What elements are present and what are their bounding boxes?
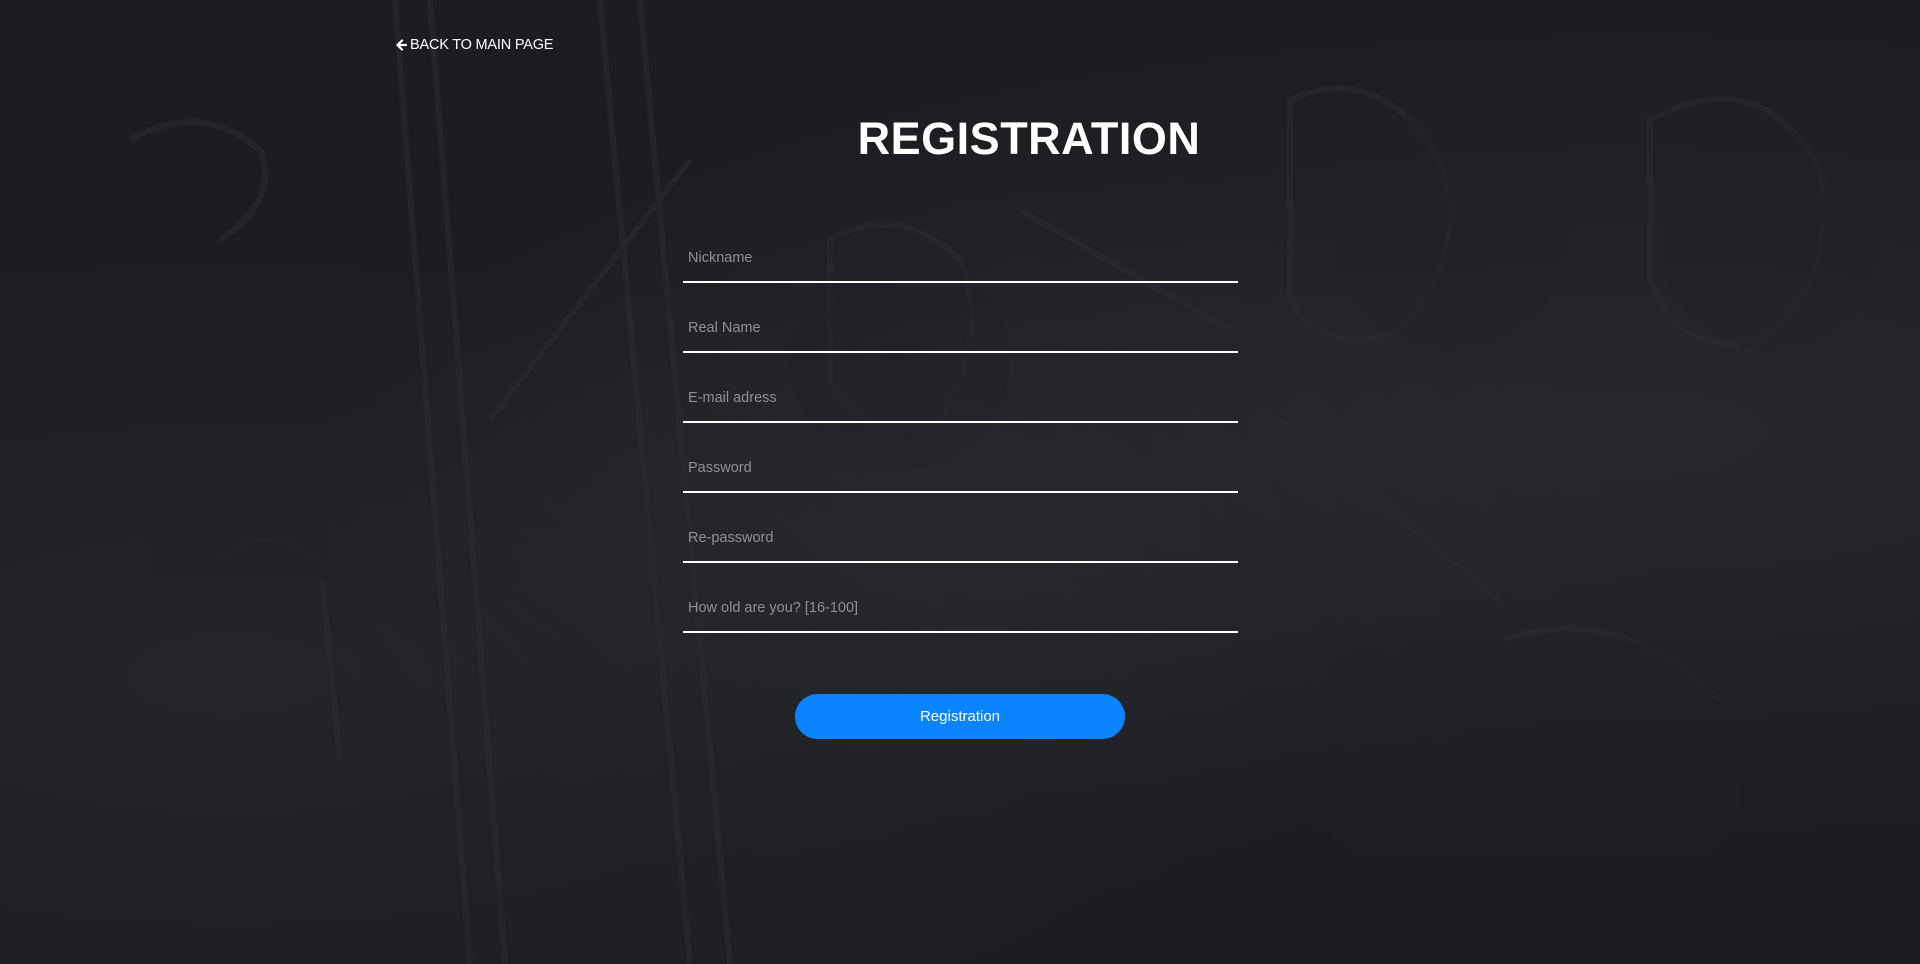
back-to-main-page-link[interactable]: BACK TO MAIN PAGE — [395, 37, 553, 53]
page-title: REGISTRATION — [857, 113, 1201, 164]
password-input[interactable] — [683, 445, 1238, 493]
age-field-group — [683, 585, 1238, 655]
email-field-group — [683, 375, 1238, 445]
re-password-input[interactable] — [683, 515, 1238, 563]
re-password-field-group — [683, 515, 1238, 585]
age-input[interactable] — [683, 585, 1238, 633]
registration-form — [683, 235, 1238, 655]
real-name-input[interactable] — [683, 305, 1238, 353]
nickname-field-group — [683, 235, 1238, 305]
real-name-field-group — [683, 305, 1238, 375]
arrow-left-icon — [396, 39, 407, 51]
password-field-group — [683, 445, 1238, 515]
email-input[interactable] — [683, 375, 1238, 423]
registration-button[interactable]: Registration — [795, 694, 1125, 739]
back-link-label: BACK TO MAIN PAGE — [410, 37, 554, 53]
nickname-input[interactable] — [683, 235, 1238, 283]
registration-page: BACK TO MAIN PAGE REGISTRATION Registrat… — [0, 0, 1920, 964]
